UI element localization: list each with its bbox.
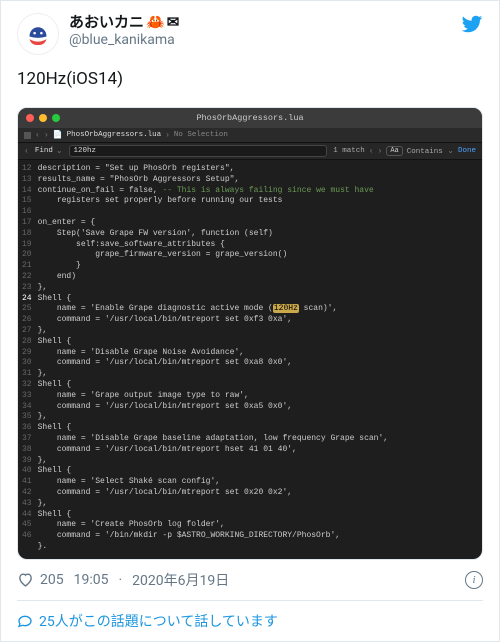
match-mode-text: Contains bbox=[407, 148, 443, 156]
find-label[interactable]: Find⌄ bbox=[35, 146, 63, 156]
window-title: PhosOrbAggressors.lua bbox=[196, 113, 303, 123]
find-chevron-icon[interactable]: ‹ bbox=[24, 147, 29, 156]
code-area: 1213141516171819202122232425262728293031… bbox=[18, 160, 482, 559]
next-match-icon[interactable]: › bbox=[378, 147, 383, 156]
find-controls: 1 match ‹ › Aa Contains ⌄ Done bbox=[333, 146, 476, 156]
tweet-text: 120Hz(iOS14) bbox=[17, 69, 483, 89]
tweet-date: 2020年6月19日 bbox=[132, 570, 229, 590]
prev-match-icon[interactable]: ‹ bbox=[369, 147, 374, 156]
window-titlebar: PhosOrbAggressors.lua bbox=[18, 108, 482, 128]
like-count: 205 bbox=[40, 572, 64, 588]
find-dropdown-icon: ⌄ bbox=[56, 146, 63, 156]
find-bar: ‹ Find⌄ 120hz 1 match ‹ › Aa Contains ⌄ … bbox=[18, 143, 482, 160]
user-handle[interactable]: @blue_kanikama bbox=[69, 32, 451, 50]
chevron-left-icon[interactable]: ‹ bbox=[35, 131, 40, 140]
file-icon: 📄 bbox=[53, 130, 63, 140]
case-sensitive-toggle[interactable]: Aa bbox=[386, 146, 402, 156]
done-button[interactable]: Done bbox=[458, 147, 476, 155]
tweet-sep: · bbox=[118, 572, 122, 588]
speech-bubble-icon bbox=[17, 613, 33, 629]
editor-tab-bar: ‹ › 📄 PhosOrbAggressors.lua › No Selecti… bbox=[18, 128, 482, 143]
find-input-value: 120hz bbox=[74, 147, 97, 155]
avatar-image bbox=[21, 17, 55, 51]
zoom-dot-icon[interactable] bbox=[52, 114, 60, 122]
media-attachment[interactable]: PhosOrbAggressors.lua ‹ › 📄 PhosOrbAggre… bbox=[17, 107, 483, 560]
crab-icon: 🦀 bbox=[146, 13, 165, 32]
info-icon[interactable]: i bbox=[465, 571, 483, 589]
heart-icon bbox=[17, 571, 34, 588]
conversation-link[interactable]: 25人がこの話題について話しています bbox=[17, 600, 483, 631]
twitter-logo-icon[interactable] bbox=[461, 13, 483, 35]
like-button[interactable]: 205 bbox=[17, 571, 64, 588]
code-content[interactable]: description = "Set up PhosOrb registers"… bbox=[38, 164, 388, 553]
breadcrumb-noselection: No Selection bbox=[174, 131, 228, 139]
minimize-dot-icon[interactable] bbox=[39, 114, 47, 122]
tweet-footer: 205 19:05 · 2020年6月19日 i bbox=[17, 570, 483, 590]
chevron-right-icon[interactable]: › bbox=[44, 131, 49, 140]
match-count: 1 match bbox=[333, 147, 365, 155]
match-mode[interactable]: Contains ⌄ bbox=[407, 146, 454, 156]
close-dot-icon[interactable] bbox=[26, 114, 34, 122]
line-gutter: 1213141516171819202122232425262728293031… bbox=[18, 164, 38, 553]
avatar[interactable] bbox=[17, 13, 59, 55]
tweet-header: あおいカニ 🦀 ✉ @blue_kanikama bbox=[17, 13, 483, 55]
tweet-time: 19:05 bbox=[74, 572, 109, 588]
conversation-text: 25人がこの話題について話しています bbox=[39, 611, 278, 631]
envelope-icon: ✉ bbox=[167, 13, 180, 32]
nav-square-icon[interactable] bbox=[24, 132, 31, 139]
match-mode-chevron-icon: ⌄ bbox=[447, 147, 454, 156]
display-name[interactable]: あおいカニ 🦀 ✉ bbox=[69, 13, 451, 32]
breadcrumb-sep-icon: › bbox=[165, 131, 170, 140]
tweet-card: あおいカニ 🦀 ✉ @blue_kanikama 120Hz(iOS14) Ph… bbox=[0, 0, 500, 642]
code-editor-window: PhosOrbAggressors.lua ‹ › 📄 PhosOrbAggre… bbox=[18, 108, 482, 559]
tab-filename[interactable]: PhosOrbAggressors.lua bbox=[67, 131, 162, 139]
user-names: あおいカニ 🦀 ✉ @blue_kanikama bbox=[69, 13, 451, 49]
display-name-text: あおいカニ bbox=[69, 13, 144, 32]
find-label-text: Find bbox=[35, 147, 53, 155]
find-input[interactable]: 120hz bbox=[69, 145, 328, 157]
